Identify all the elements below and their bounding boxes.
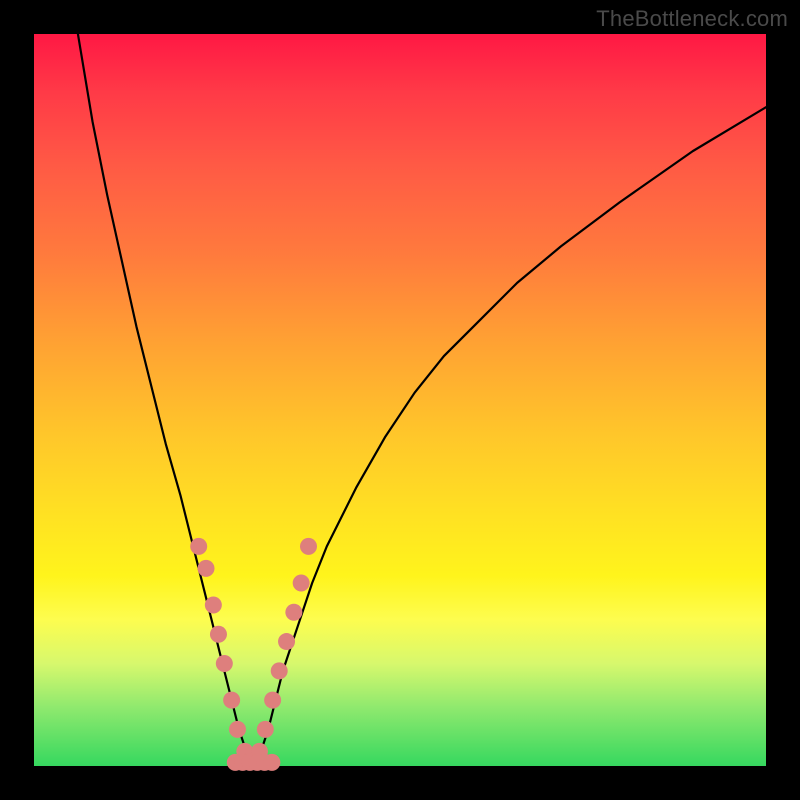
scatter-point xyxy=(271,662,288,679)
scatter-point xyxy=(293,575,310,592)
scatter-point xyxy=(190,538,207,555)
scatter-point xyxy=(198,560,215,577)
scatter-point xyxy=(229,721,246,738)
scatter-point xyxy=(257,721,274,738)
watermark-text: TheBottleneck.com xyxy=(596,6,788,32)
scatter-point xyxy=(300,538,317,555)
chart-frame: TheBottleneck.com xyxy=(0,0,800,800)
scatter-point xyxy=(278,633,295,650)
plot-area xyxy=(34,34,766,766)
scatter-point xyxy=(285,604,302,621)
scatter-point xyxy=(264,692,281,709)
scatter-point xyxy=(216,655,233,672)
scatter-point xyxy=(223,692,240,709)
chart-svg xyxy=(34,34,766,766)
scatter-point xyxy=(263,754,280,771)
curve-path xyxy=(78,34,766,766)
scatter-point xyxy=(210,626,227,643)
scatter-point xyxy=(205,596,222,613)
